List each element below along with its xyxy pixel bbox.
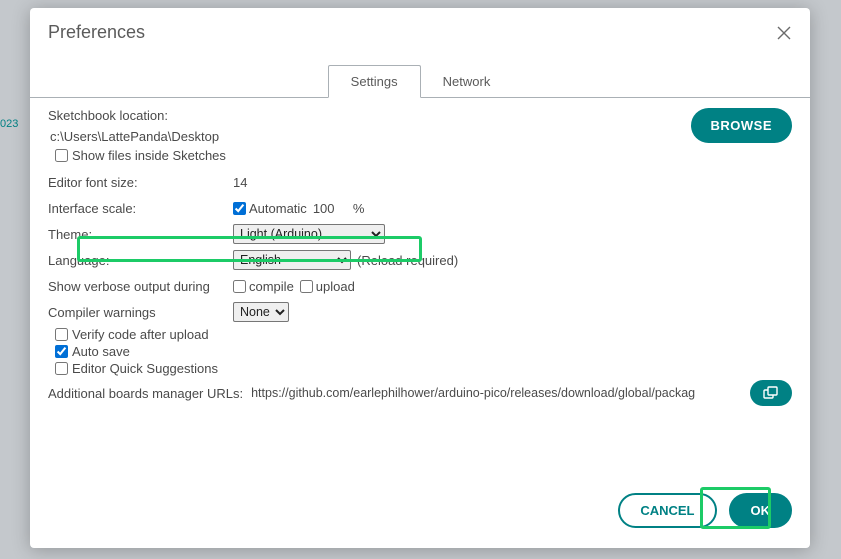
compiler-warnings-label: Compiler warnings: [48, 305, 233, 320]
ok-button[interactable]: OK: [729, 493, 793, 528]
compiler-warnings-select[interactable]: None: [233, 302, 289, 322]
compile-checkbox[interactable]: [233, 280, 246, 293]
verify-label: Verify code after upload: [72, 327, 209, 342]
theme-select[interactable]: Light (Arduino): [233, 224, 385, 244]
autosave-label: Auto save: [72, 344, 130, 359]
quick-suggestions-label: Editor Quick Suggestions: [72, 361, 218, 376]
scale-unit: %: [353, 201, 365, 216]
automatic-checkbox[interactable]: [233, 202, 246, 215]
sketchbook-label: Sketchbook location:: [48, 108, 691, 123]
font-size-label: Editor font size:: [48, 175, 233, 190]
upload-label: upload: [316, 279, 355, 294]
browse-button[interactable]: BROWSE: [691, 108, 793, 143]
sketchbook-path: c:\Users\LattePanda\Desktop: [48, 129, 691, 144]
scale-value-input[interactable]: [313, 201, 353, 216]
cancel-button[interactable]: CANCEL: [618, 493, 716, 528]
close-icon[interactable]: [776, 25, 792, 41]
language-label: Language:: [48, 253, 233, 268]
dialog-title: Preferences: [48, 22, 145, 43]
verbose-label: Show verbose output during: [48, 279, 233, 294]
compile-label: compile: [249, 279, 294, 294]
theme-label: Theme:: [48, 227, 233, 242]
dialog-body: Sketchbook location: c:\Users\LattePanda…: [30, 98, 810, 479]
automatic-label: Automatic: [249, 201, 307, 216]
dialog-footer: CANCEL OK: [30, 479, 810, 548]
upload-checkbox[interactable]: [300, 280, 313, 293]
reload-note: (Reload required): [357, 253, 458, 268]
expand-urls-button[interactable]: [750, 380, 792, 406]
show-files-checkbox[interactable]: [55, 149, 68, 162]
quick-suggestions-checkbox[interactable]: [55, 362, 68, 375]
additional-urls-label: Additional boards manager URLs:: [48, 386, 243, 401]
tab-network[interactable]: Network: [421, 66, 513, 97]
additional-urls-input[interactable]: [251, 386, 742, 400]
verify-checkbox[interactable]: [55, 328, 68, 341]
autosave-checkbox[interactable]: [55, 345, 68, 358]
show-files-label: Show files inside Sketches: [72, 148, 226, 163]
titlebar: Preferences: [30, 8, 810, 43]
tab-settings[interactable]: Settings: [328, 65, 421, 98]
language-select[interactable]: English: [233, 250, 351, 270]
interface-scale-label: Interface scale:: [48, 201, 233, 216]
font-size-input[interactable]: [233, 175, 285, 190]
expand-icon: [763, 386, 779, 400]
background-partial-text: 023: [0, 118, 18, 130]
tab-bar: Settings Network: [30, 65, 810, 98]
preferences-dialog: Preferences Settings Network Sketchbook …: [30, 8, 810, 548]
